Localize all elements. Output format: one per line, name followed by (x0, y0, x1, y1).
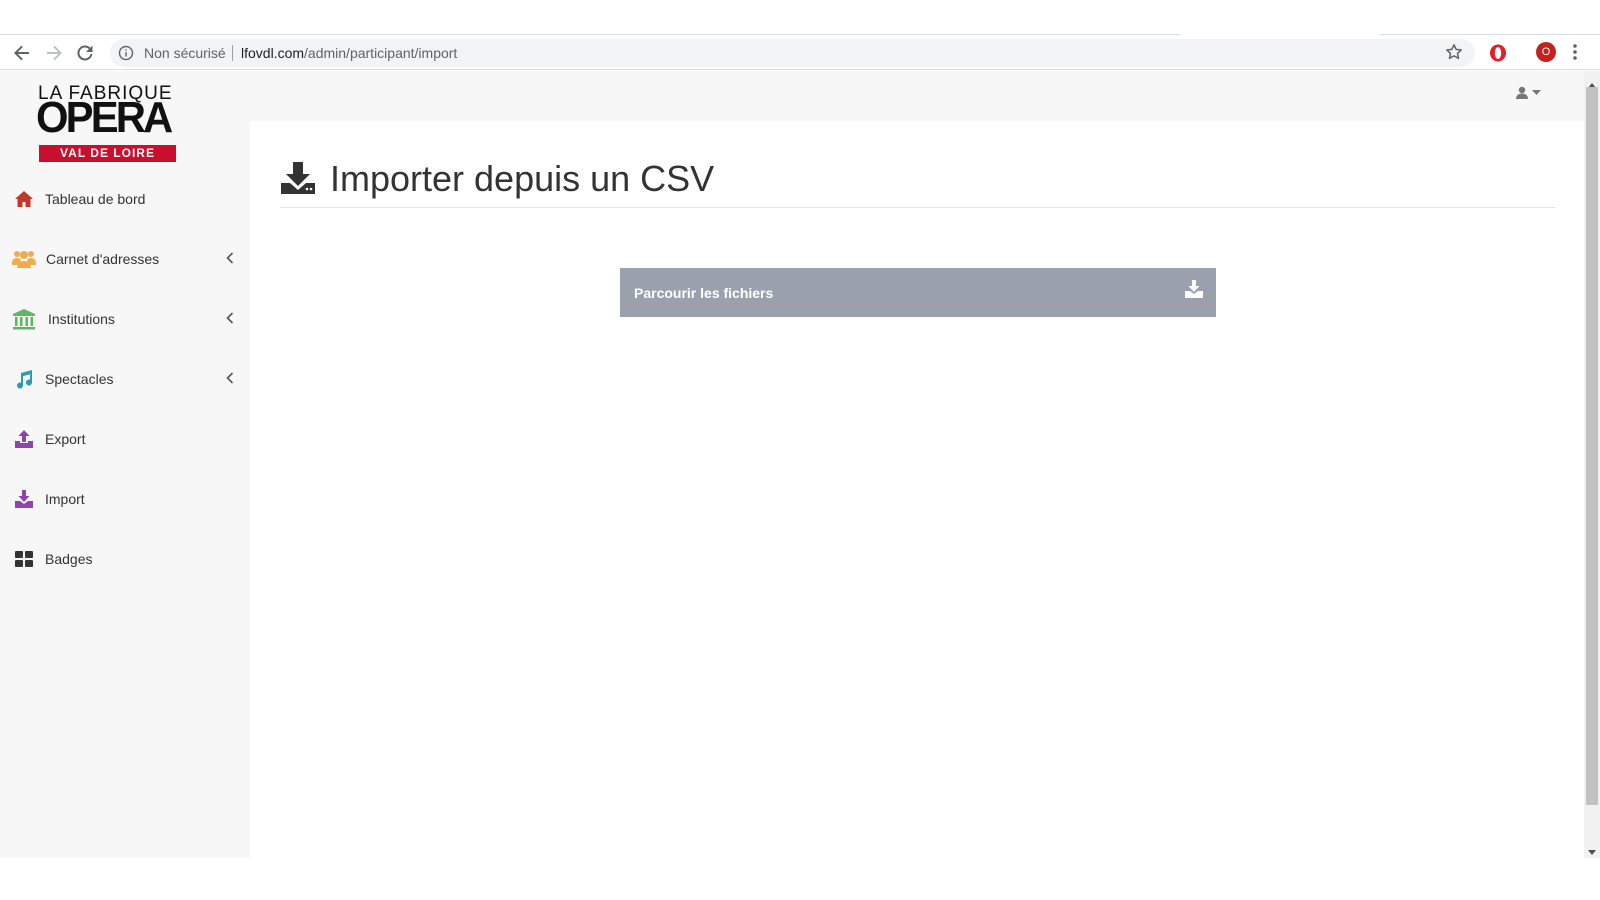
reload-icon (77, 45, 93, 61)
users-icon (12, 247, 36, 271)
main-content: Importer depuis un CSV Parcourir les fic… (250, 121, 1584, 858)
sidebar-item-label: Spectacles (45, 371, 114, 387)
sidebar-item-export[interactable]: Export (0, 409, 250, 469)
user-menu[interactable] (1516, 86, 1541, 99)
download-icon (12, 487, 36, 511)
sidebar-item-label: Import (45, 491, 85, 507)
page-header: Importer depuis un CSV (280, 159, 1555, 208)
url-host: lfovdl.com (241, 45, 305, 61)
info-icon[interactable] (118, 45, 134, 66)
music-icon (12, 367, 36, 391)
scrollbar-thumb[interactable] (1586, 87, 1598, 805)
home-icon (12, 187, 36, 211)
bookmark-star-icon[interactable] (1445, 43, 1463, 66)
sidebar-nav: Tableau de bord Carnet d'adresses Instit… (0, 169, 250, 589)
page-scrollbar[interactable] (1584, 71, 1600, 858)
profile-avatar[interactable]: O (1536, 42, 1556, 62)
url-path: /admin/participant/import (304, 45, 458, 61)
sidebar-item-carnet-adresses[interactable]: Carnet d'adresses (0, 229, 250, 289)
sidebar-item-label: Tableau de bord (45, 191, 146, 207)
omnibox-separator (232, 45, 233, 61)
arrow-right-icon (47, 45, 62, 61)
browser-menu-icon[interactable] (1572, 43, 1578, 66)
institution-icon (12, 307, 36, 331)
page-title: Importer depuis un CSV (330, 158, 715, 199)
tabstrip-divider (0, 34, 1180, 35)
upload-icon (12, 427, 36, 451)
chevron-left-icon (226, 251, 234, 269)
browse-files-button[interactable]: Parcourir les fichiers (620, 268, 1216, 317)
sidebar-item-label: Badges (45, 551, 93, 567)
logo[interactable]: LA FABRIQUE OPERA VAL DE LOIRE (36, 83, 178, 165)
caret-down-icon (1532, 89, 1541, 95)
back-button[interactable] (10, 41, 34, 65)
address-bar[interactable]: Non sécurisé lfovdl.com/admin/participan… (110, 39, 1475, 67)
sidebar-item-spectacles[interactable]: Spectacles (0, 349, 250, 409)
download-icon (1184, 279, 1204, 304)
browse-files-label: Parcourir les fichiers (634, 284, 774, 301)
bottom-blank-area (0, 858, 1600, 900)
url-text[interactable]: lfovdl.com/admin/participant/import (241, 45, 457, 61)
dashboard-icon (12, 547, 36, 571)
logo-line-2: OPERA (36, 93, 173, 142)
sidebar-item-label: Export (45, 431, 86, 447)
reload-button[interactable] (73, 41, 97, 65)
sidebar-item-institutions[interactable]: Institutions (0, 289, 250, 349)
sidebar-item-import[interactable]: Import (0, 469, 250, 529)
forward-button[interactable] (42, 41, 66, 65)
arrow-left-icon (14, 45, 29, 61)
sidebar-item-tableau-de-bord[interactable]: Tableau de bord (0, 169, 250, 229)
app-root: LA FABRIQUE OPERA VAL DE LOIRE Tableau d… (0, 71, 1584, 858)
sidebar-item-label: Carnet d'adresses (46, 251, 160, 267)
opera-extension-icon[interactable] (1488, 43, 1508, 68)
sidebar-item-label: Institutions (48, 311, 115, 327)
sidebar: LA FABRIQUE OPERA VAL DE LOIRE Tableau d… (0, 71, 250, 858)
security-label: Non sécurisé (144, 45, 226, 61)
chevron-left-icon (226, 371, 234, 389)
tabstrip-divider (1380, 34, 1600, 35)
browser-tabstrip (0, 0, 1600, 36)
chevron-left-icon (226, 311, 234, 329)
download-icon (280, 160, 316, 196)
browser-toolbar: Non sécurisé lfovdl.com/admin/participan… (0, 36, 1600, 70)
user-icon (1516, 86, 1528, 99)
logo-line-3: VAL DE LOIRE (39, 145, 176, 162)
sidebar-item-badges[interactable]: Badges (0, 529, 250, 589)
